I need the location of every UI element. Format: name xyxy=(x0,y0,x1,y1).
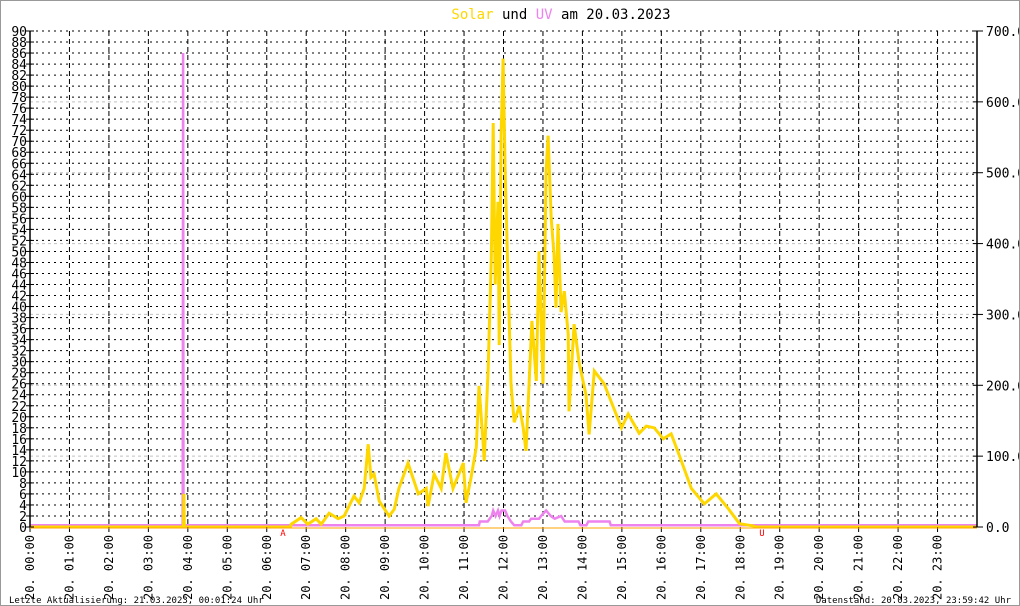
x-tick-label: 20. 02:00 xyxy=(102,535,116,600)
x-tick-label: 20. 20:00 xyxy=(812,535,826,600)
sunrise-marker: A xyxy=(280,529,286,539)
footer-last-update: Letzte Aktualisierung: 21.03.2023, 00:01… xyxy=(9,596,264,606)
chart-container: 0 2 4 6 8 10 12 14 16 18 20 22 24 26 28 30 32 34 36 38 40 42 4… xyxy=(0,0,1020,606)
y-right-tick-label: 100.0 xyxy=(986,450,1020,465)
x-tick-label: 20. 15:00 xyxy=(615,535,629,600)
y-right-tick-label: 300.0 xyxy=(986,308,1020,323)
x-tick-label: 20. 08:00 xyxy=(339,535,353,600)
x-tick-label: 20. 13:00 xyxy=(536,535,550,600)
axes: 0246810121416182022242628303234363840424… xyxy=(11,25,1020,600)
title-date: am 20.03.2023 xyxy=(561,7,671,23)
chart-title: Solar und UV am 20.03.2023 xyxy=(451,7,670,23)
y-right-tick-label: 400.0 xyxy=(986,238,1020,253)
sunset-marker: U xyxy=(759,529,764,539)
y-right-tick-label: 0.0 xyxy=(986,521,1009,536)
x-tick-label: 20. 00:00 xyxy=(23,535,37,600)
y-right-tick-label: 200.0 xyxy=(986,379,1020,394)
y-right-tick-label: 500.0 xyxy=(986,167,1020,182)
x-tick-label: 20. 06:00 xyxy=(260,535,274,600)
x-tick-label: 20. 07:00 xyxy=(299,535,313,600)
x-tick-label: 20. 03:00 xyxy=(141,535,155,600)
x-tick-label: 20. 16:00 xyxy=(654,535,668,600)
x-tick-label: 20. 21:00 xyxy=(852,535,866,600)
x-tick-label: 20. 01:00 xyxy=(62,535,76,600)
solar-uv-chart: 0246810121416182022242628303234363840424… xyxy=(9,7,1020,606)
y-right-tick-label: 700.0 xyxy=(986,25,1020,40)
y-right-tick-label: 600.0 xyxy=(986,96,1020,111)
x-tick-label: 20. 04:00 xyxy=(181,535,195,600)
title-und: und xyxy=(502,7,527,23)
x-tick-label: 20. 17:00 xyxy=(694,535,708,600)
x-tick-label: 20. 10:00 xyxy=(418,535,432,600)
x-tick-label: 20. 11:00 xyxy=(457,535,471,600)
x-tick-label: 20. 22:00 xyxy=(891,535,905,600)
x-tick-label: 20. 18:00 xyxy=(733,535,747,600)
title-solar: Solar xyxy=(451,7,493,23)
y-left-tick-label: 90 xyxy=(11,25,27,40)
x-tick-label: 20. 23:00 xyxy=(931,535,945,600)
x-tick-label: 20. 09:00 xyxy=(378,535,392,600)
x-tick-label: 20. 12:00 xyxy=(497,535,511,600)
x-tick-label: 20. 19:00 xyxy=(773,535,787,600)
x-tick-label: 20. 14:00 xyxy=(575,535,589,600)
title-uv: UV xyxy=(536,7,553,23)
footer-data-status: Datenstand: 20.03.2023, 23:59:42 Uhr xyxy=(816,596,1012,606)
x-tick-label: 20. 05:00 xyxy=(220,535,234,600)
